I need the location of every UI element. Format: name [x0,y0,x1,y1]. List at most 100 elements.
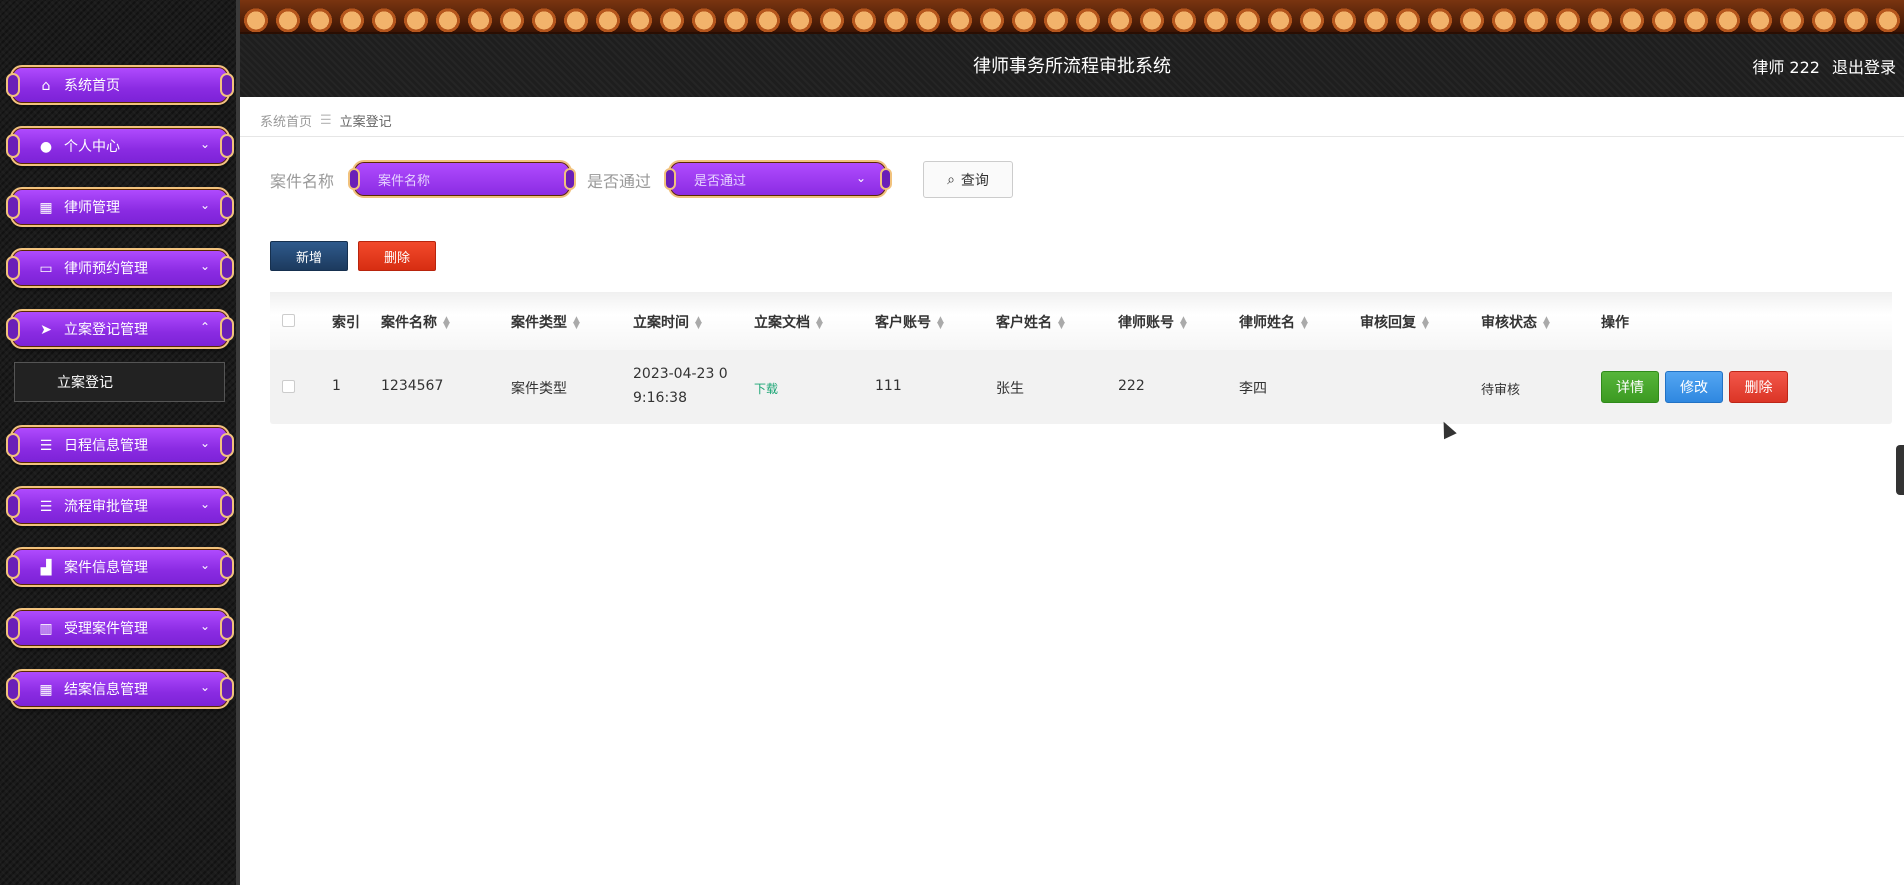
sort-icon: ▲ ▼ [1180,315,1187,331]
column-header-case-type[interactable]: 案件类型 ▲ ▼ [511,312,580,332]
chevron-down-icon: ⌄ [199,558,210,572]
column-header-client-account[interactable]: 客户账号 ▲ ▼ [875,312,944,332]
ornament-icon [220,677,234,701]
download-link[interactable]: 下载 [754,380,778,397]
ornament-icon [6,677,20,701]
sidebar-subitem-label: 立案登记 [57,375,113,391]
cell-filing-time-line1: 2023-04-23 0 [633,366,728,382]
sidebar-subitem-case-registration[interactable]: 立案登记 [14,362,225,402]
sidebar-item-approval-management[interactable]: ☰ 流程审批管理 ⌄ [6,486,234,526]
building-icon: ▥ [39,621,53,637]
user-area: 律师 222 退出登录 [1752,54,1896,78]
chevron-down-icon: ⌄ [199,259,210,273]
scrollbar-handle[interactable] [1896,445,1904,495]
column-header-lawyer-name[interactable]: 律师姓名 ▲ ▼ [1239,312,1308,332]
sidebar-item-case-info-management[interactable]: ▟ 案件信息管理 ⌄ [6,547,234,587]
sort-icon: ▲ ▼ [1301,315,1308,331]
sidebar-item-lawyer-management[interactable]: ▦ 律师管理 ⌄ [6,187,234,227]
row-checkbox[interactable] [282,380,295,393]
chevron-down-icon: ⌄ [199,436,210,450]
chevron-up-icon: ⌃ [199,320,210,334]
user-icon: ● [39,139,53,155]
row-delete-button[interactable]: 删除 [1729,371,1788,403]
ornament-icon [220,494,234,518]
ornament-icon [6,555,20,579]
logout-link[interactable]: 退出登录 [1832,54,1896,78]
sidebar-item-label: 日程信息管理 [64,438,148,454]
query-button-label: 查询 [960,172,989,189]
column-header-case-name[interactable]: 案件名称 ▲ ▼ [381,312,450,332]
column-header-filing-document[interactable]: 立案文档 ▲ ▼ [754,312,823,332]
sidebar-item-home[interactable]: ⌂ 系统首页 [6,65,234,105]
sort-icon: ▲ ▼ [1543,315,1550,331]
column-header-index: 索引 [332,315,360,331]
ornament-icon [564,168,576,190]
select-all-checkbox[interactable] [282,314,295,327]
send-icon: ➤ [40,322,52,338]
chevron-down-icon: ⌄ [199,497,210,511]
search-icon: ⌕ [947,171,955,188]
ornament-icon [348,168,360,190]
case-name-placeholder: 案件名称 [378,173,431,189]
column-header-label: 案件名称 [381,315,437,331]
cell-case-name: 1234567 [381,378,444,394]
sidebar-item-label: 受理案件管理 [64,621,148,637]
sidebar-item-label: 律师预约管理 [64,261,148,277]
divider [240,136,1904,137]
column-header-review-reply[interactable]: 审核回复 ▲ ▼ [1360,312,1429,332]
sort-icon: ▲ ▼ [937,315,944,331]
cell-lawyer-account: 222 [1118,378,1145,394]
list-icon: ☰ [39,499,53,515]
ornament-icon [6,494,20,518]
column-header-label: 案件类型 [511,315,567,331]
column-header-label: 律师账号 [1118,315,1174,331]
chevron-down-icon: ⌄ [199,680,210,694]
breadcrumb: 系统首页 ☰ 立案登记 [260,111,392,130]
sort-icon: ▲ ▼ [1058,315,1065,331]
ornament-icon [220,195,234,219]
add-button[interactable]: 新增 [270,241,348,271]
sort-icon: ▲ ▼ [573,315,580,331]
column-header-operations: 操作 [1601,315,1629,331]
sidebar-item-case-registration-management[interactable]: ➤ 立案登记管理 ⌃ [6,309,234,349]
detail-button[interactable]: 详情 [1601,371,1659,403]
sidebar-item-personal-center[interactable]: ● 个人中心 ⌄ [6,126,234,166]
cell-client-name: 张生 [996,381,1024,397]
user-name: 律师 222 [1752,58,1820,77]
sidebar-item-schedule-management[interactable]: ☰ 日程信息管理 ⌄ [6,425,234,465]
column-header-lawyer-account[interactable]: 律师账号 ▲ ▼ [1118,312,1187,332]
ornament-icon [6,256,20,280]
roof-tile-decoration [240,0,1904,34]
case-name-input[interactable]: 案件名称 [348,160,576,198]
ornament-icon [664,168,676,190]
ornament-icon [880,168,892,190]
breadcrumb-separator-icon: ☰ [320,113,332,128]
ornament-icon [6,433,20,457]
column-header-label: 律师姓名 [1239,315,1295,331]
sidebar-item-accepted-case-management[interactable]: ▥ 受理案件管理 ⌄ [6,608,234,648]
sidebar-item-label: 案件信息管理 [64,560,148,576]
column-header-review-status[interactable]: 审核状态 ▲ ▼ [1481,312,1550,332]
ornament-icon [220,256,234,280]
grid-icon: ▦ [39,200,53,216]
sort-icon: ▲ ▼ [695,315,702,331]
ornament-icon [220,555,234,579]
cell-review-status: 待审核 [1481,383,1521,398]
edit-button[interactable]: 修改 [1665,371,1723,403]
app: ⌂ 系统首页 ● 个人中心 ⌄ ▦ 律师管理 ⌄ ▭ 律师预约管理 ⌄ ➤ 立案… [0,0,1904,885]
column-header-client-name[interactable]: 客户姓名 ▲ ▼ [996,312,1065,332]
sidebar-item-appointment-management[interactable]: ▭ 律师预约管理 ⌄ [6,248,234,288]
monitor-icon: ▭ [39,261,53,277]
column-header-label: 审核状态 [1481,315,1537,331]
breadcrumb-home[interactable]: 系统首页 [260,111,312,130]
column-header-label: 审核回复 [1360,315,1416,331]
sidebar-item-label: 立案登记管理 [64,322,148,338]
query-button[interactable]: ⌕ 查询 [923,161,1013,198]
grid-icon: ▦ [39,682,53,698]
pass-select[interactable]: 是否通过 ⌄ [664,160,892,198]
sidebar-item-closed-case-management[interactable]: ▦ 结案信息管理 ⌄ [6,669,234,709]
chevron-down-icon: ⌄ [199,198,210,212]
home-icon: ⌂ [41,78,51,94]
delete-button[interactable]: 删除 [358,241,436,271]
column-header-filing-time[interactable]: 立案时间 ▲ ▼ [633,312,702,332]
